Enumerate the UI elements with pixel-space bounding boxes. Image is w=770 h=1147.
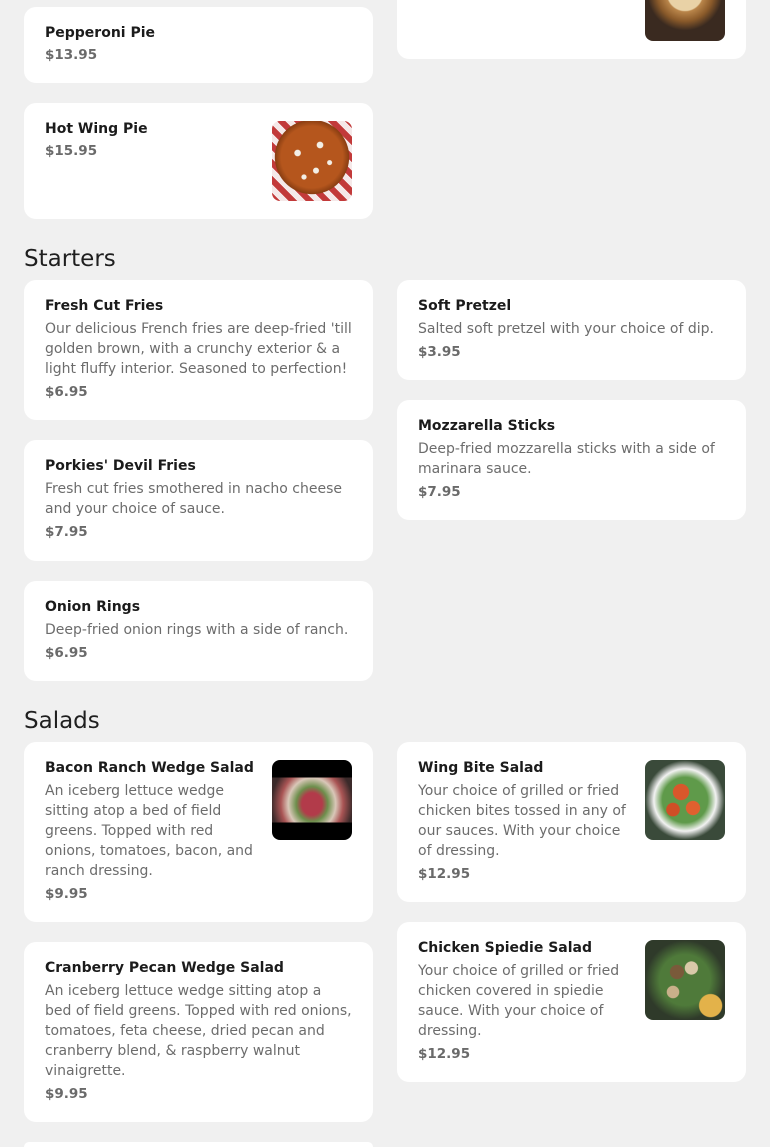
menu-item-description: An iceberg lettuce wedge sitting atop a … (45, 783, 253, 879)
menu-item-description: Deep-fried onion rings with a side of ra… (45, 622, 349, 638)
menu-item-description: Your choice of grilled or fried chicken … (418, 783, 626, 859)
menu-item-photo (272, 760, 352, 840)
menu-item-text: Soft Pretzel Salted soft pretzel with yo… (418, 296, 725, 362)
menu-item-card[interactable]: Onion Rings Deep-fried onion rings with … (24, 581, 373, 681)
menu-item-name: Pepperoni Pie (45, 25, 156, 41)
menu-item-text: Hot Wing Pie $15.95 (45, 119, 265, 161)
menu-item-card[interactable]: Porkies' Devil Fries Fresh cut fries smo… (24, 440, 373, 561)
menu-item-text: Chicken Spiedie Salad Your choice of gri… (418, 938, 638, 1064)
menu-item-name: Mozzarella Sticks (418, 418, 556, 434)
menu-item-price: $7.95 (45, 524, 88, 540)
menu-item-description: Your choice of grilled or fried chicken … (418, 963, 620, 1039)
menu-item-price: $3.95 (418, 344, 461, 360)
menu-item-card[interactable]: Cranberry Pecan Wedge Salad An iceberg l… (24, 942, 373, 1122)
menu-item-price: $15.95 (45, 143, 98, 159)
section-title-salads: Salads (24, 708, 100, 734)
menu-item-description: Fresh cut fries smothered in nacho chees… (45, 481, 342, 517)
menu-item-text: Onion Rings Deep-fried onion rings with … (45, 597, 352, 663)
menu-item-price: $7.95 (418, 484, 461, 500)
menu-item-text: Bacon Ranch Wedge Salad An iceberg lettu… (45, 758, 265, 904)
menu-item-description: An iceberg lettuce wedge sitting atop a … (45, 983, 352, 1079)
menu-item-description: Salted soft pretzel with your choice of … (418, 321, 714, 337)
menu-item-name: Porkies' Devil Fries (45, 458, 196, 474)
menu-item-price: $9.95 (45, 1086, 88, 1102)
menu-item-card[interactable]: Bacon Ranch Wedge Salad An iceberg lettu… (24, 742, 373, 922)
menu-item-photo (645, 940, 725, 1020)
menu-item-name: Bacon Ranch Wedge Salad (45, 760, 254, 776)
menu-item-text: Porkies' Devil Fries Fresh cut fries smo… (45, 456, 352, 542)
menu-item-price: $9.95 (45, 886, 88, 902)
menu-item-text: Pepperoni Pie $13.95 (45, 23, 352, 65)
menu-item-text: Cranberry Pecan Wedge Salad An iceberg l… (45, 958, 352, 1104)
section-title-starters: Starters (24, 246, 116, 272)
menu-item-photo (272, 121, 352, 201)
menu-item-text: Fresh Cut Fries Our delicious French fri… (45, 296, 352, 402)
menu-item-name: Onion Rings (45, 599, 141, 615)
menu-item-description: Our delicious French fries are deep-frie… (45, 321, 352, 377)
menu-item-name: Cranberry Pecan Wedge Salad (45, 960, 284, 976)
menu-item-card[interactable] (397, 0, 746, 59)
menu-item-name: Chicken Spiedie Salad (418, 940, 592, 956)
menu-item-description: Deep-fried mozzarella sticks with a side… (418, 441, 715, 477)
menu-item-card[interactable]: Mozzarella Sticks Deep-fried mozzarella … (397, 400, 746, 520)
menu-item-photo (645, 760, 725, 840)
menu-item-card[interactable]: Soft Pretzel Salted soft pretzel with yo… (397, 280, 746, 380)
menu-item-card[interactable]: Hot Wing Pie $15.95 (24, 103, 373, 219)
menu-item-name: Fresh Cut Fries (45, 298, 164, 314)
menu-item-card[interactable] (24, 1142, 373, 1147)
menu-item-price: $12.95 (418, 866, 471, 882)
menu-item-price: $13.95 (45, 47, 98, 63)
menu-item-card[interactable]: Wing Bite Salad Your choice of grilled o… (397, 742, 746, 902)
menu-item-card[interactable]: Pepperoni Pie $13.95 (24, 7, 373, 83)
menu-item-card[interactable]: Fresh Cut Fries Our delicious French fri… (24, 280, 373, 420)
menu-item-price: $6.95 (45, 384, 88, 400)
menu-item-text: Wing Bite Salad Your choice of grilled o… (418, 758, 638, 884)
menu-item-name: Hot Wing Pie (45, 121, 148, 137)
menu-item-name: Wing Bite Salad (418, 760, 544, 776)
menu-item-name: Soft Pretzel (418, 298, 512, 314)
menu-item-text: Mozzarella Sticks Deep-fried mozzarella … (418, 416, 725, 502)
menu-item-price: $12.95 (418, 1046, 471, 1062)
menu-item-photo (645, 0, 725, 41)
menu-item-card[interactable]: Chicken Spiedie Salad Your choice of gri… (397, 922, 746, 1082)
menu-item-price: $6.95 (45, 645, 88, 661)
